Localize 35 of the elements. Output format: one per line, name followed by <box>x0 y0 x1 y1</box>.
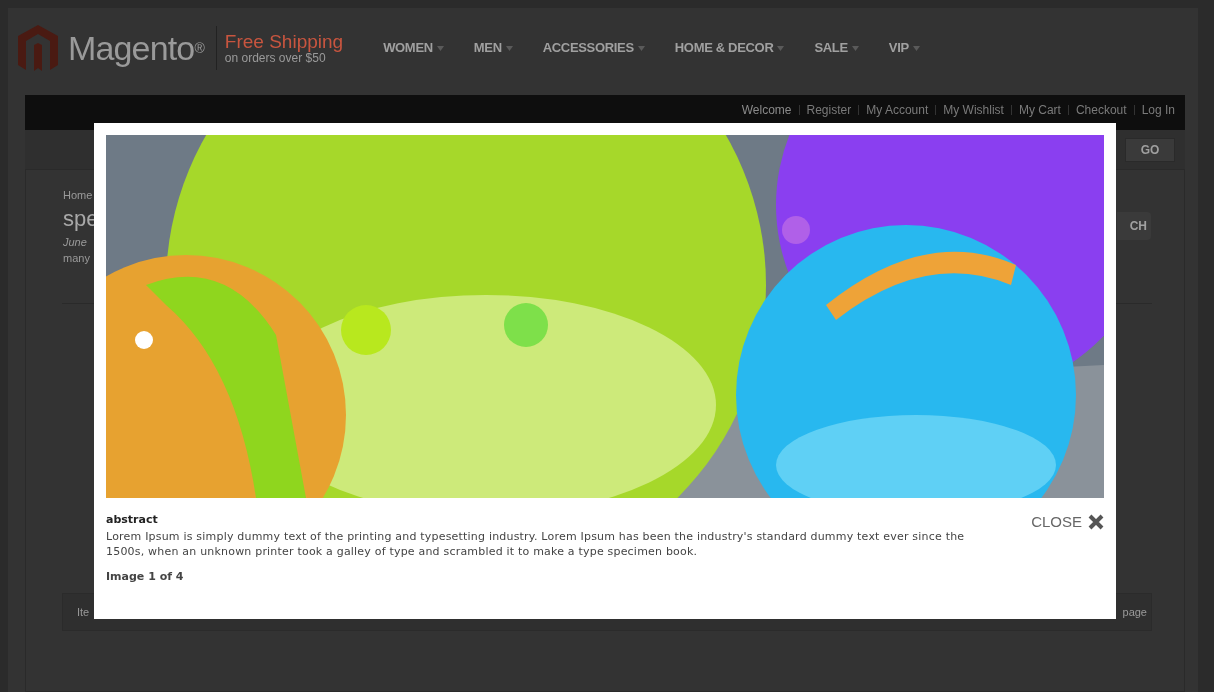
breadcrumb-link[interactable]: Home <box>63 187 99 204</box>
close-button[interactable]: CLOSE <box>1031 512 1104 532</box>
promo-subtitle: on orders over $50 <box>224 51 326 65</box>
logo-text[interactable]: Magento$^{®}$ <box>68 22 204 74</box>
account-link[interactable]: Log In <box>1141 101 1175 119</box>
post-date: June <box>63 234 88 250</box>
caret-icon <box>505 45 513 51</box>
account-link[interactable]: My Cart <box>1018 101 1061 119</box>
account-link[interactable]: Register <box>806 101 852 119</box>
toolbar-text: page <box>1122 604 1147 620</box>
action-button[interactable]: CH <box>1117 212 1151 240</box>
welcome-text: Welcome <box>741 102 792 119</box>
nav-item[interactable]: ACCESSORIES <box>542 38 645 58</box>
promo-title: Free Shipping <box>224 31 344 52</box>
image-description: Lorem Ipsum is simply dummy text of the printing and typesetting industry. Lorem Ipsum has been the industry's standard dummy text ever since the 1500s, when an unknown printer took a galley of type and scrambled it to make a type specimen book. <box>106 528 966 559</box>
image-title: abstract <box>106 512 159 528</box>
nav-item[interactable]: SALE <box>814 38 859 58</box>
post-text: many <box>63 251 91 266</box>
image-counter: Image 1 of 4 <box>106 568 185 585</box>
nav-item[interactable]: VIP <box>888 38 920 58</box>
toolbar-text: Ite <box>77 604 90 620</box>
logo-icon <box>18 25 58 71</box>
nav-item[interactable]: HOME & DECOR <box>674 38 785 58</box>
nav-item[interactable]: WOMEN <box>383 38 444 58</box>
account-link[interactable]: My Account <box>866 101 929 119</box>
caret-icon <box>912 45 920 51</box>
caret-icon <box>436 45 444 51</box>
account-link[interactable]: My Wishlist <box>943 101 1004 119</box>
account-link[interactable]: Checkout <box>1075 101 1127 119</box>
caret-icon <box>777 45 785 51</box>
nav-item[interactable]: MEN <box>473 38 513 58</box>
caret-icon <box>637 45 645 51</box>
caret-icon <box>851 45 859 51</box>
close-icon <box>1088 514 1104 530</box>
search-button[interactable]: GO <box>1125 137 1175 162</box>
